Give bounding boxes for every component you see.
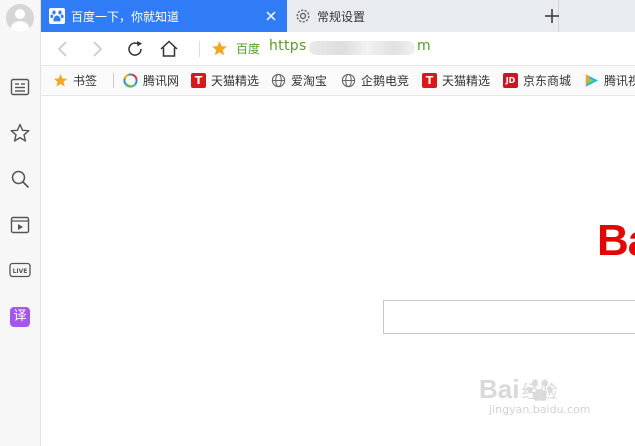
watermark-url: jingyan.baidu.com <box>489 403 591 416</box>
reader-icon <box>10 78 30 96</box>
tab-title: 百度一下，你就知道 <box>71 9 180 24</box>
avatar[interactable] <box>6 4 34 32</box>
address-url-prefix[interactable]: https <box>269 38 307 54</box>
globe-icon <box>341 73 356 88</box>
sidebar-favorites-button[interactable] <box>7 120 33 146</box>
forward-button[interactable] <box>87 39 107 59</box>
bookmark-item-tmall-2[interactable]: T 天猫精选 <box>422 66 490 95</box>
bookmarks-bar: 书签 腾讯网 T 天猫精选 爱淘宝 企鹅电竞 T 天猫精选 JD 京东商城 腾讯 <box>41 66 635 96</box>
sidebar-translate-button[interactable]: 译 <box>7 304 33 330</box>
bookmark-item-aitaobao[interactable]: 爱淘宝 <box>271 66 327 95</box>
sidebar-video-button[interactable] <box>7 212 33 238</box>
sidebar-live-button[interactable]: LIVE <box>7 257 33 283</box>
tab-title: 常规设置 <box>317 9 366 24</box>
tmall-icon: T <box>191 73 206 88</box>
home-button[interactable] <box>159 39 179 59</box>
globe-icon <box>271 73 286 88</box>
left-sidebar: LIVE 译 <box>0 0 41 446</box>
watermark: Bai 经验 jingyan.baidu.com <box>479 374 591 416</box>
sidebar-search-button[interactable] <box>7 166 33 192</box>
live-icon: LIVE <box>9 262 31 278</box>
baidu-logo[interactable]: Ba <box>597 216 635 266</box>
divider <box>199 41 200 57</box>
translate-icon: 译 <box>10 307 30 327</box>
tab-settings[interactable]: 常规设置 <box>287 0 559 32</box>
avatar-head <box>15 9 25 19</box>
search-input[interactable] <box>383 300 635 334</box>
watermark-cn: 经验 <box>521 382 558 403</box>
bookmark-item-bookmarks[interactable]: 书签 <box>53 66 97 95</box>
video-icon <box>10 216 30 234</box>
tab-strip: 百度一下，你就知道 常规设置 <box>41 0 635 33</box>
site-label: 百度 <box>236 42 261 56</box>
jd-icon: JD <box>503 73 518 88</box>
back-button[interactable] <box>53 39 73 59</box>
avatar-body <box>10 21 30 32</box>
navigation-bar: 百度 https m <box>41 32 635 66</box>
sidebar-reader-button[interactable] <box>7 74 33 100</box>
watermark-main: Bai <box>479 374 520 404</box>
bookmark-item-tencent-video[interactable]: 腾讯视 <box>584 66 635 95</box>
refresh-button[interactable] <box>125 39 145 59</box>
divider <box>113 73 114 88</box>
bookmark-item-qq[interactable]: 腾讯网 <box>123 66 179 95</box>
bookmark-star-icon[interactable] <box>211 40 228 57</box>
tencent-video-icon <box>584 73 599 88</box>
address-url-suffix[interactable]: m <box>417 38 431 54</box>
star-icon <box>53 73 68 88</box>
bookmark-item-egame[interactable]: 企鹅电竞 <box>341 66 409 95</box>
bookmark-item-tmall[interactable]: T 天猫精选 <box>191 66 259 95</box>
address-url-redacted <box>309 41 415 55</box>
close-icon[interactable] <box>263 8 279 24</box>
baidu-paw-icon <box>49 8 65 24</box>
new-tab-button[interactable] <box>541 5 563 27</box>
svg-text:LIVE: LIVE <box>13 268 28 275</box>
search-icon <box>11 170 29 188</box>
tmall-icon: T <box>422 73 437 88</box>
page-content: Ba Bai经验 jingyan.baidu.com <box>41 96 635 446</box>
gear-icon <box>296 9 310 23</box>
bookmark-item-jd[interactable]: JD 京东商城 <box>503 66 571 95</box>
qq-icon <box>123 73 138 88</box>
tab-baidu[interactable]: 百度一下，你就知道 <box>41 0 287 32</box>
star-outline-icon <box>10 123 30 142</box>
